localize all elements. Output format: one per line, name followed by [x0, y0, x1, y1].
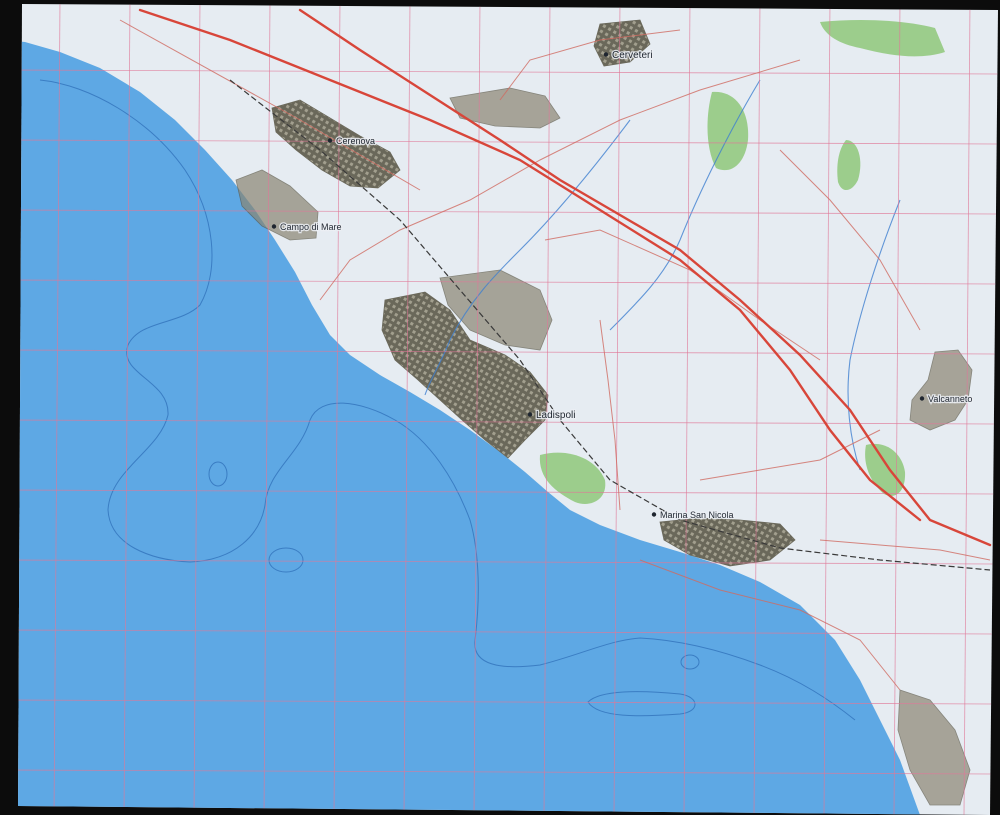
place-label-cerveteri: Cerveteri: [612, 50, 653, 61]
map-canvas: Cerveteri Cerenova Campo di Mare Ladispoli M…: [0, 0, 1000, 815]
place-marina-san-nicola[interactable]: Marina San Nicola: [651, 509, 735, 521]
place-label-valcanneto: Valcanneto: [928, 394, 972, 404]
settlement-icon: [603, 52, 609, 57]
place-label-campo-di-mare: Campo di Mare: [280, 222, 342, 232]
topographic-map[interactable]: Cerveteri Cerenova Campo di Mare Ladispoli M…: [0, 0, 1000, 815]
place-campo-di-mare[interactable]: Campo di Mare: [271, 221, 343, 233]
settlement-icon: [327, 138, 333, 143]
settlement-icon: [527, 412, 533, 417]
place-cerveteri[interactable]: Cerveteri: [603, 49, 654, 62]
place-label-cerenova: Cerenova: [336, 136, 375, 146]
settlement-icon: [651, 512, 657, 517]
settlement-icon: [271, 224, 277, 229]
settlement-icon: [919, 396, 925, 401]
place-label-ladispoli: Ladispoli: [536, 410, 575, 421]
place-valcanneto[interactable]: Valcanneto: [919, 393, 974, 405]
place-label-marina-san-nicola: Marina San Nicola: [660, 510, 734, 520]
